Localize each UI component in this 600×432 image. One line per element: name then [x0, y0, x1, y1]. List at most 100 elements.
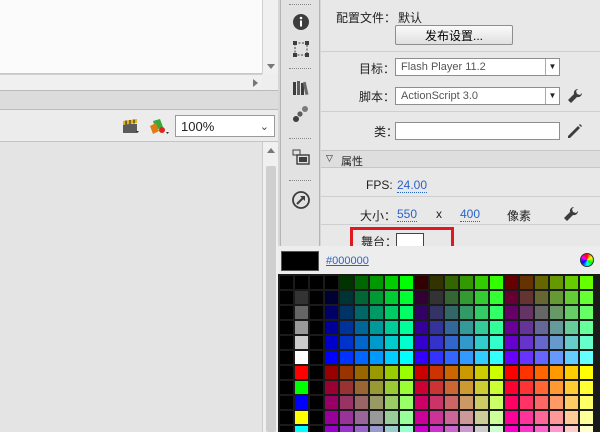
- color-swatch[interactable]: [430, 336, 443, 349]
- color-swatch[interactable]: [445, 276, 458, 289]
- color-swatch[interactable]: [340, 426, 353, 432]
- color-swatch[interactable]: [550, 351, 563, 364]
- color-swatch[interactable]: [520, 276, 533, 289]
- color-swatch[interactable]: [430, 291, 443, 304]
- color-swatch[interactable]: [370, 321, 383, 334]
- color-swatch[interactable]: [520, 306, 533, 319]
- color-swatch[interactable]: [370, 276, 383, 289]
- color-swatch[interactable]: [340, 396, 353, 409]
- color-swatch[interactable]: [520, 291, 533, 304]
- color-swatch[interactable]: [370, 366, 383, 379]
- color-swatch[interactable]: [340, 411, 353, 424]
- color-swatch[interactable]: [505, 276, 518, 289]
- grip-handle[interactable]: [289, 4, 311, 7]
- color-swatch[interactable]: [565, 276, 578, 289]
- color-swatch[interactable]: [340, 336, 353, 349]
- wrench-icon[interactable]: [563, 206, 579, 222]
- color-swatch[interactable]: [400, 366, 413, 379]
- color-swatch[interactable]: [475, 426, 488, 432]
- color-swatch[interactable]: [460, 351, 473, 364]
- color-swatch[interactable]: [340, 366, 353, 379]
- color-swatch[interactable]: [295, 411, 308, 424]
- color-swatch[interactable]: [280, 381, 293, 394]
- color-swatch[interactable]: [295, 351, 308, 364]
- color-swatch[interactable]: [280, 306, 293, 319]
- color-swatch[interactable]: [355, 426, 368, 432]
- color-swatch[interactable]: [535, 291, 548, 304]
- color-swatch[interactable]: [370, 396, 383, 409]
- color-swatch[interactable]: [295, 306, 308, 319]
- color-swatch[interactable]: [475, 306, 488, 319]
- color-swatch[interactable]: [550, 411, 563, 424]
- color-swatch[interactable]: [325, 396, 338, 409]
- color-swatch[interactable]: [310, 336, 323, 349]
- color-swatch[interactable]: [535, 366, 548, 379]
- color-swatch[interactable]: [490, 321, 503, 334]
- transform-icon[interactable]: [291, 39, 311, 59]
- color-swatch[interactable]: [580, 291, 593, 304]
- color-swatch[interactable]: [490, 426, 503, 432]
- color-swatch[interactable]: [490, 396, 503, 409]
- grip-handle[interactable]: [289, 138, 311, 141]
- fps-value[interactable]: 24.00: [397, 178, 428, 193]
- color-swatch[interactable]: [370, 291, 383, 304]
- color-swatch[interactable]: [535, 426, 548, 432]
- color-swatch[interactable]: [475, 366, 488, 379]
- timeline-horizontal-scrollbar[interactable]: [0, 74, 262, 90]
- color-swatch[interactable]: [505, 351, 518, 364]
- scroll-down-icon[interactable]: [267, 64, 275, 69]
- scroll-right-icon[interactable]: [253, 79, 258, 87]
- color-swatch[interactable]: [355, 321, 368, 334]
- grip-handle[interactable]: [289, 180, 311, 183]
- color-swatch[interactable]: [355, 276, 368, 289]
- height-value[interactable]: 400: [460, 207, 481, 222]
- color-swatch[interactable]: [370, 336, 383, 349]
- color-swatch[interactable]: [580, 426, 593, 432]
- color-swatch[interactable]: [430, 276, 443, 289]
- color-swatch[interactable]: [535, 276, 548, 289]
- color-swatch[interactable]: [460, 321, 473, 334]
- color-swatch[interactable]: [310, 381, 323, 394]
- color-swatch[interactable]: [445, 321, 458, 334]
- color-swatch[interactable]: [535, 351, 548, 364]
- color-swatch[interactable]: [325, 366, 338, 379]
- color-swatch[interactable]: [385, 351, 398, 364]
- color-swatch[interactable]: [340, 291, 353, 304]
- color-swatch[interactable]: [505, 396, 518, 409]
- color-swatch[interactable]: [580, 351, 593, 364]
- color-swatch[interactable]: [445, 411, 458, 424]
- color-swatch[interactable]: [370, 306, 383, 319]
- color-swatch[interactable]: [505, 411, 518, 424]
- color-swatch[interactable]: [355, 366, 368, 379]
- color-swatch[interactable]: [475, 396, 488, 409]
- color-swatch[interactable]: [325, 426, 338, 432]
- color-swatch[interactable]: [565, 396, 578, 409]
- color-swatch[interactable]: [580, 306, 593, 319]
- color-swatch[interactable]: [505, 426, 518, 432]
- color-swatch[interactable]: [505, 366, 518, 379]
- color-swatch[interactable]: [415, 336, 428, 349]
- color-swatch[interactable]: [490, 291, 503, 304]
- color-swatch[interactable]: [550, 381, 563, 394]
- color-swatch[interactable]: [280, 276, 293, 289]
- color-swatch[interactable]: [445, 291, 458, 304]
- color-swatch[interactable]: [490, 381, 503, 394]
- target-select[interactable]: Flash Player 11.2 ▼: [395, 58, 560, 76]
- color-swatch[interactable]: [535, 306, 548, 319]
- color-swatch[interactable]: [460, 276, 473, 289]
- color-swatch[interactable]: [355, 411, 368, 424]
- color-swatch[interactable]: [445, 396, 458, 409]
- color-swatch[interactable]: [415, 291, 428, 304]
- color-swatch[interactable]: [550, 336, 563, 349]
- color-swatch[interactable]: [325, 321, 338, 334]
- color-swatch[interactable]: [355, 336, 368, 349]
- color-swatch[interactable]: [475, 276, 488, 289]
- color-swatch[interactable]: [325, 351, 338, 364]
- color-swatch[interactable]: [565, 321, 578, 334]
- class-input[interactable]: [395, 122, 560, 140]
- color-swatch[interactable]: [400, 306, 413, 319]
- color-swatch[interactable]: [565, 336, 578, 349]
- color-swatch[interactable]: [550, 426, 563, 432]
- color-swatch[interactable]: [310, 396, 323, 409]
- color-swatch[interactable]: [520, 366, 533, 379]
